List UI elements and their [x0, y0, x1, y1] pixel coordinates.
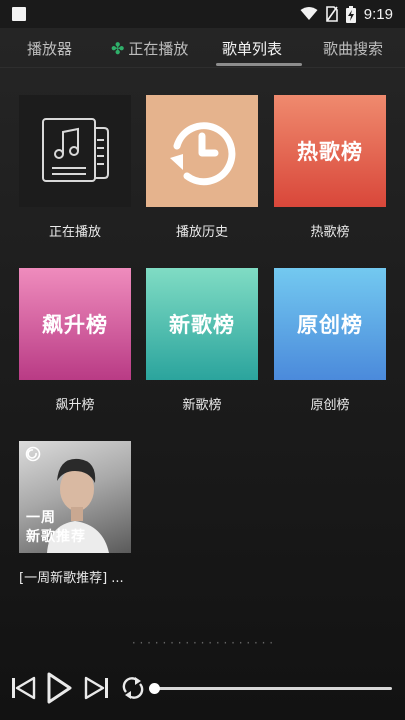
progress-thumb[interactable]: [149, 682, 160, 694]
tile-weekly-new-cover-text: 一周 新歌推荐: [26, 510, 86, 545]
tile-new-songs-cover-text: 新歌榜: [169, 313, 235, 337]
tab-player[interactable]: 播放器: [27, 28, 72, 68]
tile-play-history[interactable]: 播放历史: [146, 95, 258, 240]
tile-hot-songs[interactable]: 热歌榜 热歌榜: [274, 95, 386, 240]
tab-bar: 播放器 ✤ 正在播放 歌单列表 歌曲搜索: [0, 28, 405, 68]
tile-original-cover-text: 原创榜: [297, 313, 363, 337]
history-clock-icon: [170, 122, 236, 186]
tab-player-label: 播放器: [27, 39, 73, 58]
status-right: 9:19: [300, 5, 393, 23]
netease-logo-icon: [25, 446, 41, 462]
tile-hot-songs-cover: 热歌榜: [274, 95, 386, 207]
tab-now-playing[interactable]: ✤ 正在播放: [111, 28, 188, 68]
battery-charging-icon: [345, 5, 356, 23]
previous-button[interactable]: [10, 675, 36, 701]
tile-new-songs[interactable]: 新歌榜 新歌榜: [146, 268, 258, 413]
tile-play-history-cover: [146, 95, 258, 207]
music-note-document-icon: [42, 118, 109, 182]
play-button[interactable]: [46, 672, 72, 704]
repeat-icon: [122, 677, 144, 699]
tile-now-playing-label: 正在播放: [48, 225, 101, 240]
tab-playlists-label: 歌单列表: [222, 39, 283, 58]
tile-new-songs-label: 新歌榜: [182, 398, 222, 413]
tile-weekly-new-cover: 一周 新歌推荐: [19, 441, 131, 553]
tab-song-search[interactable]: 歌曲搜索: [323, 28, 383, 68]
play-icon: [47, 672, 72, 704]
clover-icon: ✤: [111, 38, 125, 58]
player-bar: [0, 662, 405, 714]
no-sim-icon: [325, 6, 338, 22]
tile-original-label: 原创榜: [310, 398, 350, 413]
repeat-button[interactable]: [120, 675, 146, 701]
tile-now-playing[interactable]: 正在播放: [19, 95, 131, 240]
tab-now-playing-label: 正在播放: [128, 39, 189, 58]
tile-hot-songs-cover-text: 热歌榜: [297, 140, 363, 164]
tile-play-history-label: 播放历史: [175, 225, 228, 240]
status-time: 9:19: [363, 5, 393, 23]
next-button[interactable]: [84, 675, 110, 701]
notification-square-icon: [12, 7, 26, 21]
skip-next-icon: [84, 676, 108, 700]
tile-soaring-label: 飙升榜: [55, 398, 95, 413]
tile-original[interactable]: 原创榜 原创榜: [274, 268, 386, 413]
tile-weekly-new[interactable]: 一周 新歌推荐 [一周新歌推荐] ...: [19, 441, 131, 586]
tile-hot-songs-label: 热歌榜: [310, 225, 350, 240]
skip-previous-icon: [12, 676, 36, 700]
tile-soaring-cover-text: 飙升榜: [42, 313, 108, 337]
tile-new-songs-cover: 新歌榜: [146, 268, 258, 380]
tile-soaring[interactable]: 飙升榜 飙升榜: [19, 268, 131, 413]
lyric-ghost: · · · · · · · · · · · · · · · · · · ·: [131, 636, 274, 648]
progress-slider[interactable]: [149, 682, 392, 694]
tab-divider: [0, 67, 405, 68]
tile-now-playing-cover: [19, 95, 131, 207]
tile-original-cover: 原创榜: [274, 268, 386, 380]
wifi-icon: [300, 7, 318, 20]
tile-soaring-cover: 飙升榜: [19, 268, 131, 380]
tab-playlists[interactable]: 歌单列表: [215, 28, 303, 68]
tab-song-search-label: 歌曲搜索: [323, 39, 384, 58]
status-bar: 9:19: [0, 0, 405, 28]
tile-weekly-new-label: [一周新歌推荐] ...: [19, 571, 124, 586]
